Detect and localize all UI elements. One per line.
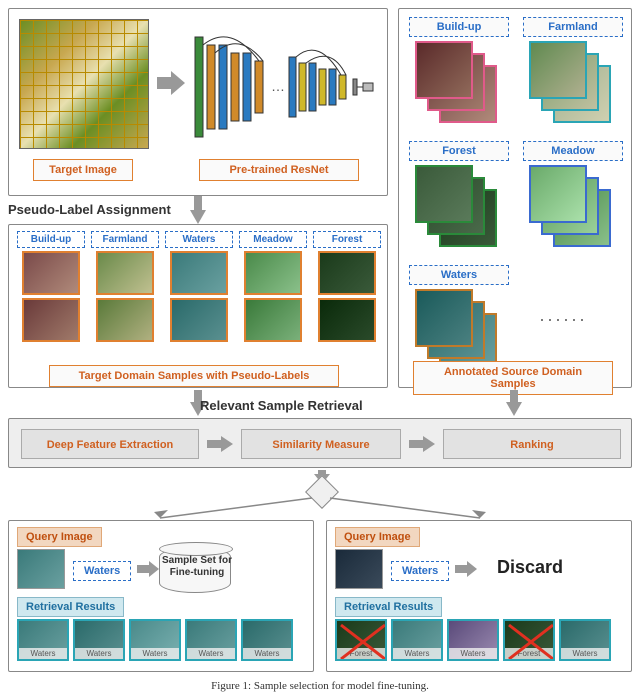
source-stack — [415, 165, 500, 250]
source-group: Waters — [409, 265, 509, 374]
result-tile: Waters — [17, 619, 69, 661]
arrow-down-icon — [506, 390, 522, 416]
source-group-title: Farmland — [523, 17, 623, 37]
result-tile: Forest — [335, 619, 387, 661]
source-group-title: Build-up — [409, 17, 509, 37]
source-group: Meadow — [523, 141, 623, 250]
retrieval-heading: Relevant Sample Retrieval — [200, 398, 363, 413]
target-image-grid — [20, 20, 148, 148]
result-tile: Forest — [503, 619, 555, 661]
figure-caption: Figure 1: Sample selection for model fin… — [0, 680, 640, 692]
target-image — [19, 19, 149, 149]
target-image-label: Target Image — [33, 159, 133, 181]
split-lines — [150, 490, 490, 524]
cross-icon — [505, 621, 553, 659]
retrieval-results-label: Retrieval Results — [17, 597, 124, 617]
retrieval-row: Waters Waters Waters Waters Waters — [17, 619, 293, 661]
source-stack — [529, 165, 614, 250]
sample-tile — [22, 298, 80, 342]
pseudo-column: Forest — [313, 231, 381, 345]
resnet-label: Pre-trained ResNet — [199, 159, 359, 181]
sample-tile — [170, 251, 228, 295]
cross-icon — [337, 621, 385, 659]
query-label: Query Image — [17, 527, 102, 547]
retrieval-results-label: Retrieval Results — [335, 597, 442, 617]
sample-tile — [415, 41, 473, 99]
diagram-canvas: Target Image … Pre-trai — [0, 0, 640, 696]
retrieval-step: Similarity Measure — [241, 429, 401, 459]
source-group-title: Forest — [409, 141, 509, 161]
pseudo-caption: Target Domain Samples with Pseudo-Labels — [49, 365, 339, 387]
source-group-title: Waters — [409, 265, 509, 285]
pseudo-class-title: Farmland — [91, 231, 159, 248]
pseudo-class-title: Build-up — [17, 231, 85, 248]
sample-tile — [96, 298, 154, 342]
result-tile: Waters — [185, 619, 237, 661]
query-tile — [17, 549, 65, 589]
retrieval-step: Deep Feature Extraction — [21, 429, 199, 459]
sample-tile — [415, 289, 473, 347]
source-group: Forest — [409, 141, 509, 250]
arrow-right-icon — [455, 561, 477, 577]
retrieval-step: Ranking — [443, 429, 621, 459]
sample-tile — [170, 298, 228, 342]
pseudo-column: Meadow — [239, 231, 307, 345]
pseudo-column: Build-up — [17, 231, 85, 345]
arrow-right-icon — [207, 436, 233, 452]
retrieval-row: Forest Waters Waters Forest Waters — [335, 619, 611, 661]
sample-tile — [244, 298, 302, 342]
source-group: Farmland — [523, 17, 623, 126]
result-tile: Waters — [559, 619, 611, 661]
source-group: Build-up — [409, 17, 509, 126]
panel-pseudo-labels: Build-up Farmland Waters Meadow Forest T… — [8, 224, 388, 388]
discard-label: Discard — [497, 557, 563, 578]
query-category: Waters — [391, 561, 449, 581]
sample-tile — [244, 251, 302, 295]
pseudo-column: Waters — [165, 231, 233, 345]
query-category: Waters — [73, 561, 131, 581]
ellipsis-icon: ······ — [539, 309, 587, 330]
pseudo-class-title: Forest — [313, 231, 381, 248]
resnet-diagram: … — [191, 27, 379, 147]
source-stack — [529, 41, 614, 126]
pseudo-column: Farmland — [91, 231, 159, 345]
panel-retrieval: Deep Feature Extraction Similarity Measu… — [8, 418, 632, 468]
arrow-down-icon — [190, 196, 206, 224]
panel-target-resnet: Target Image … Pre-trai — [8, 8, 388, 196]
arrow-right-icon — [409, 436, 435, 452]
sample-tile — [318, 298, 376, 342]
sample-tile — [415, 165, 473, 223]
panel-result-keep: Query Image Waters Sample Set for Fine-t… — [8, 520, 314, 672]
result-tile: Waters — [447, 619, 499, 661]
result-tile: Waters — [391, 619, 443, 661]
pseudo-class-title: Meadow — [239, 231, 307, 248]
query-label: Query Image — [335, 527, 420, 547]
result-tile: Waters — [129, 619, 181, 661]
result-tile: Waters — [73, 619, 125, 661]
result-tile: Waters — [241, 619, 293, 661]
sample-tile — [529, 41, 587, 99]
sample-tile — [22, 251, 80, 295]
sample-set-label: Sample Set for Fine-tuning — [151, 555, 243, 579]
source-stack — [415, 41, 500, 126]
panel-result-discard: Query Image Waters Discard Retrieval Res… — [326, 520, 632, 672]
query-tile — [335, 549, 383, 589]
pseudo-class-title: Waters — [165, 231, 233, 248]
source-group-title: Meadow — [523, 141, 623, 161]
sample-tile — [318, 251, 376, 295]
pseudo-heading: Pseudo-Label Assignment — [8, 202, 171, 217]
sample-tile — [96, 251, 154, 295]
panel-source-samples: Build-up Farmland Forest Mead — [398, 8, 632, 388]
svg-text:…: … — [271, 78, 285, 94]
sample-tile — [529, 165, 587, 223]
arrow-icon — [157, 69, 185, 97]
